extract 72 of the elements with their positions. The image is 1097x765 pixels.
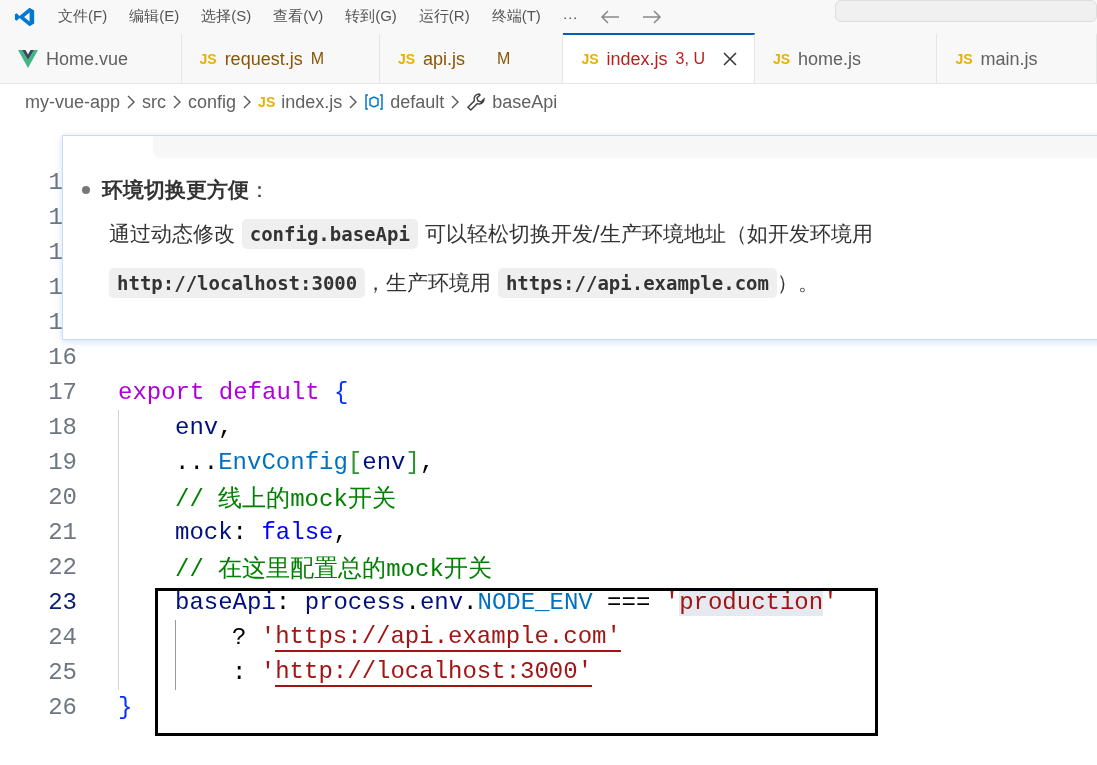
- breadcrumb-item[interactable]: baseApi: [492, 91, 558, 113]
- wrench-icon: [466, 92, 487, 112]
- menu-item[interactable]: 转到(G): [345, 7, 397, 26]
- menu-item[interactable]: 选择(S): [201, 7, 252, 26]
- line-number: 17: [47, 379, 77, 406]
- line-number: 1: [47, 204, 63, 231]
- code-line: }: [118, 693, 133, 723]
- tab-label: api.js: [423, 48, 466, 70]
- chevron-icon: [172, 95, 183, 109]
- code-line: mock: false,: [175, 518, 348, 548]
- breadcrumb-item[interactable]: index.js: [281, 91, 343, 113]
- line-number: 18: [47, 414, 77, 441]
- back-arrow-icon[interactable]: [599, 8, 620, 25]
- popup-heading: 环境切换更方便：: [102, 177, 270, 204]
- js-file-icon: JS: [199, 51, 217, 67]
- line-number: 22: [47, 554, 77, 581]
- chevron-icon: [242, 95, 253, 109]
- chevron-icon: [450, 95, 461, 109]
- bullet-icon: [82, 186, 90, 194]
- vue-icon: [18, 50, 38, 68]
- js-file-icon: JS: [581, 51, 599, 67]
- editor-logo-icon[interactable]: [14, 5, 36, 28]
- js-file-icon: JS: [258, 94, 276, 110]
- line-number: 26: [47, 694, 77, 721]
- js-file-icon: JS: [772, 51, 791, 67]
- chevron-icon: [348, 95, 359, 109]
- menu-item[interactable]: 文件(F): [58, 7, 108, 26]
- module-icon: [364, 94, 385, 110]
- js-file-icon: JS: [955, 51, 973, 67]
- line-number: 1: [47, 309, 63, 336]
- code-line: ? 'https://api.example.com': [232, 622, 621, 654]
- menu-item[interactable]: 终端(T): [491, 7, 541, 26]
- line-number: 16: [47, 344, 77, 371]
- tab-label: home.js: [798, 48, 862, 70]
- menu-item[interactable]: 编辑(E): [129, 7, 180, 26]
- code-line: baseApi: process.env.NODE_ENV === 'production': [175, 588, 838, 618]
- breadcrumb-item[interactable]: config: [188, 91, 237, 113]
- line-number: 1: [47, 274, 63, 301]
- code-line: ...EnvConfig[env],: [175, 448, 435, 478]
- breadcrumb-item[interactable]: src: [142, 91, 167, 113]
- code-line: export default {: [118, 378, 349, 408]
- code-line: // 线上的mock开关: [175, 484, 396, 515]
- menu-item[interactable]: 查看(V): [273, 7, 324, 26]
- tab-label: Home.vue: [46, 48, 129, 70]
- tab-label: index.js: [606, 48, 668, 70]
- popup-paragraph: 通过动态修改 config.baseApi 可以轻松切换开发/生产环境地址（如开发环境用 http://localhost:3000 ，生产环境用 https://api.example.com ）。: [109, 210, 1089, 308]
- line-number: 24: [47, 624, 77, 651]
- js-file-icon: JS: [397, 51, 416, 67]
- line-number: 25: [47, 659, 77, 686]
- tab-label: request.js: [224, 48, 303, 70]
- editor-tab[interactable]: JS index.js 3, U: [563, 33, 755, 83]
- forward-arrow-icon[interactable]: [641, 8, 662, 25]
- tab-status: M: [497, 50, 511, 68]
- tab-status: 3, U: [675, 50, 705, 68]
- line-number: 1: [47, 169, 63, 196]
- tab-label: main.js: [980, 48, 1038, 70]
- line-number: 21: [47, 519, 77, 546]
- line-number: 19: [47, 449, 77, 476]
- chevron-icon: [126, 95, 137, 109]
- line-number: 1: [47, 239, 63, 266]
- line-number: 23: [47, 589, 77, 616]
- search-field[interactable]: [835, 0, 1097, 22]
- menu-item[interactable]: ···: [562, 8, 578, 25]
- line-number: 20: [47, 484, 77, 511]
- breadcrumb-item[interactable]: my-vue-app: [25, 91, 121, 113]
- close-icon[interactable]: [722, 52, 737, 66]
- menu-item[interactable]: 运行(R): [418, 7, 470, 26]
- tab-status: M: [310, 50, 324, 68]
- breadcrumb-item[interactable]: default: [390, 91, 445, 113]
- code-line: env,: [175, 413, 233, 443]
- code-line: : 'http://localhost:3000': [232, 657, 593, 689]
- code-line: // 在这里配置总的mock开关: [175, 554, 492, 585]
